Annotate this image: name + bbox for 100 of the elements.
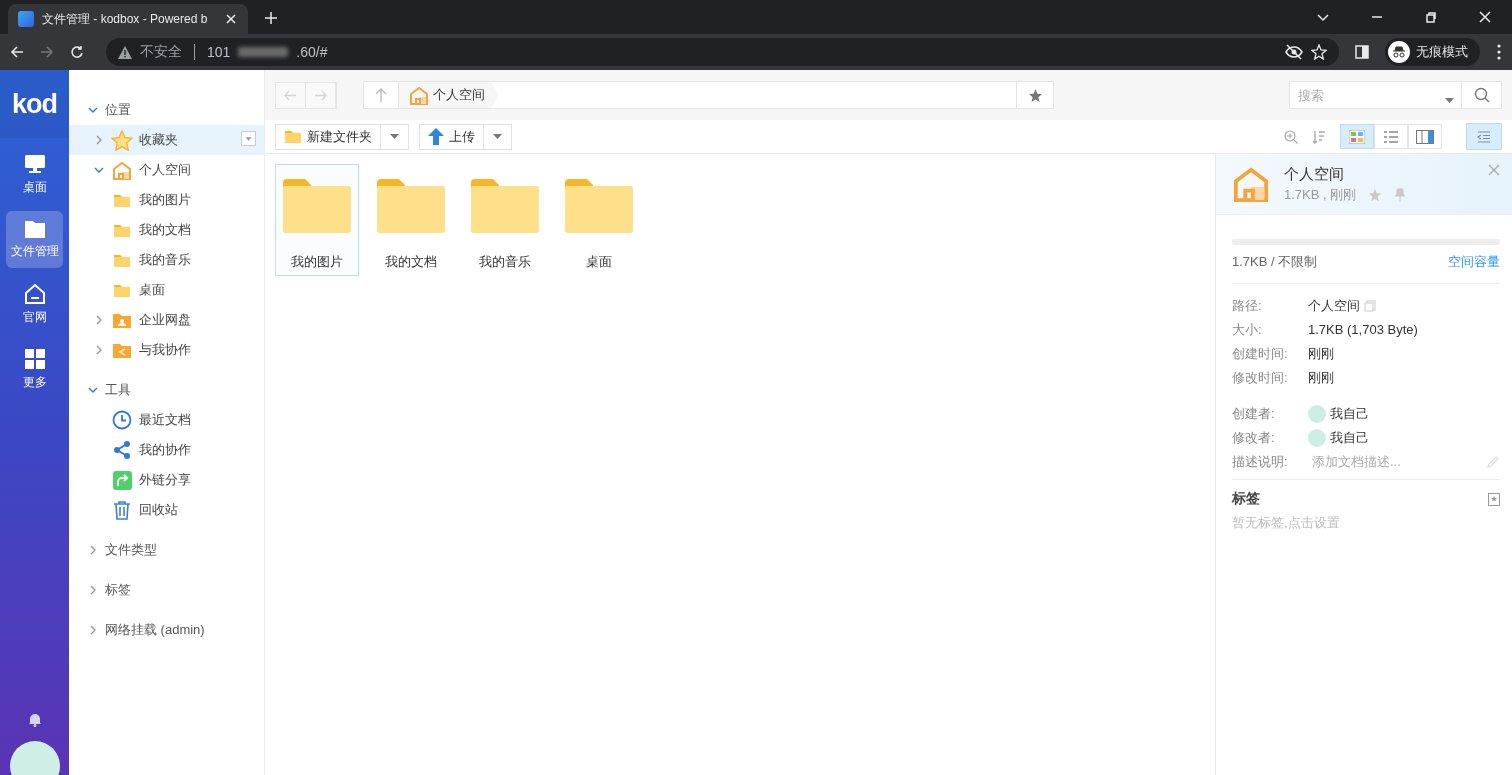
folder-icon <box>283 179 351 233</box>
star-icon <box>111 129 133 151</box>
rail-item[interactable]: 文件管理 <box>6 211 63 268</box>
breadcrumb-item[interactable]: 个人空间 <box>399 82 499 108</box>
reload-icon <box>70 45 84 59</box>
split-view-icon <box>1416 129 1434 144</box>
tree-item[interactable]: 我的音乐 <box>69 245 264 275</box>
incognito-icon <box>1388 41 1410 63</box>
zoom-in-icon[interactable] <box>1284 129 1298 144</box>
monitor-icon <box>23 153 46 175</box>
folder-icon <box>113 192 131 208</box>
up-arrow-icon[interactable] <box>375 88 387 102</box>
trash-icon <box>113 500 131 520</box>
tree-item[interactable]: 与我协作 <box>69 335 264 365</box>
tree-item[interactable]: 工具 <box>69 375 264 405</box>
favicon <box>18 11 34 27</box>
house-icon <box>23 283 46 305</box>
close-icon <box>1478 10 1492 24</box>
folder-person-icon <box>112 311 132 329</box>
search-field[interactable]: 搜索 <box>1289 81 1462 109</box>
tree-item[interactable]: 位置 <box>69 95 264 125</box>
tree-item[interactable]: 我的图片 <box>69 185 264 215</box>
tree-item[interactable]: 文件类型 <box>69 535 264 565</box>
tree-item[interactable]: 企业网盘 <box>69 305 264 335</box>
tree-item[interactable]: 回收站 <box>69 495 264 525</box>
folder-item[interactable]: 我的音乐 <box>463 164 547 276</box>
folder-icon <box>113 252 131 268</box>
view-mode-button[interactable] <box>1340 124 1374 149</box>
property-label: 修改时间: <box>1232 368 1289 387</box>
property-value: 刚刚 <box>1308 368 1334 387</box>
caret-down-icon <box>1445 98 1454 103</box>
sort-icon[interactable] <box>1312 129 1326 144</box>
property-label: 创建时间: <box>1232 344 1289 363</box>
property-value: 1.7KB (1,703 Byte) <box>1308 322 1418 337</box>
tree-item[interactable]: 个人空间 <box>69 155 264 185</box>
folder-icon <box>23 219 46 239</box>
folder-share-icon <box>112 341 132 359</box>
tree-item[interactable]: 我的协作 <box>69 435 264 465</box>
url-text: .60/# <box>296 44 328 60</box>
side-panel-icon[interactable] <box>1355 45 1369 59</box>
dropdown-icon[interactable] <box>241 131 256 146</box>
folder-item[interactable]: 我的图片 <box>275 164 359 276</box>
tree-item[interactable]: 我的文档 <box>69 215 264 245</box>
eye-slash-icon[interactable] <box>1285 44 1303 60</box>
folder-item[interactable]: 我的文档 <box>369 164 453 276</box>
tree-item[interactable]: 外链分享 <box>69 465 264 495</box>
folder-name: 我的文档 <box>385 253 437 271</box>
rail-item[interactable]: 更多 <box>6 341 63 398</box>
house-icon <box>1232 166 1270 202</box>
tree-item[interactable]: 标签 <box>69 575 264 605</box>
folder-icon <box>565 179 633 233</box>
info-title: 个人空间 <box>1284 164 1345 184</box>
rail-item[interactable]: 桌面 <box>6 146 63 203</box>
folder-name: 我的图片 <box>291 253 343 271</box>
tree-item[interactable]: 最近文档 <box>69 405 264 435</box>
view-mode-button[interactable] <box>1374 124 1408 149</box>
list-view-icon <box>1383 129 1399 144</box>
tree-item[interactable]: 桌面 <box>69 275 264 305</box>
star-icon[interactable] <box>1027 87 1043 103</box>
profile-button[interactable]: 无痕模式 <box>1385 38 1480 66</box>
copy-icon[interactable] <box>1364 299 1376 312</box>
info-panel-toggle[interactable] <box>1466 123 1502 150</box>
bookmark-icon[interactable] <box>1488 492 1500 506</box>
search-button[interactable] <box>1462 81 1502 109</box>
house-icon <box>112 160 132 180</box>
folder-icon <box>113 222 131 238</box>
tree-item[interactable]: 收藏夹 <box>69 125 264 155</box>
caret-down-icon <box>390 134 399 139</box>
property-value: 个人空间 <box>1308 296 1360 315</box>
user-name: 我自己 <box>1330 428 1369 447</box>
folder-icon <box>471 179 539 233</box>
menu-icon[interactable] <box>1496 44 1502 60</box>
user-avatar <box>1308 428 1326 447</box>
usage-text: 1.7KB / 不限制 <box>1232 253 1318 271</box>
view-mode-button[interactable] <box>1408 124 1442 149</box>
browser-tab[interactable]: 文件管理 - kodbox - Powered b <box>8 4 248 34</box>
tree-item[interactable]: 网络挂载 (admin) <box>69 615 264 645</box>
folder-item[interactable]: 桌面 <box>557 164 641 276</box>
pin-icon[interactable] <box>1394 187 1407 202</box>
property-label: 描述说明: <box>1232 452 1289 471</box>
search-icon <box>1473 87 1490 103</box>
star-icon[interactable] <box>1368 187 1383 202</box>
property-label: 路径: <box>1232 296 1263 315</box>
bell-icon[interactable] <box>27 712 42 727</box>
rail-item[interactable]: 官网 <box>6 276 63 333</box>
back-icon <box>10 45 24 59</box>
star-icon[interactable] <box>1311 44 1327 60</box>
user-name: 我自己 <box>1330 404 1369 423</box>
info-subtitle: 1.7KB , 刚刚 <box>1284 185 1357 204</box>
folder-name: 我的音乐 <box>479 253 531 271</box>
property-label: 修改者: <box>1232 428 1276 447</box>
grid-icon <box>23 348 46 370</box>
clock-icon <box>112 410 132 430</box>
house-icon <box>409 85 429 105</box>
logo: kod <box>0 70 69 138</box>
tags-heading: 标签 <box>1232 490 1260 508</box>
close-icon[interactable] <box>1488 164 1500 176</box>
folder-icon <box>377 179 445 233</box>
breadcrumb-bar[interactable]: 个人空间 <box>363 81 1054 109</box>
address-bar[interactable]: 不安全 101 .60/# <box>106 38 1339 66</box>
